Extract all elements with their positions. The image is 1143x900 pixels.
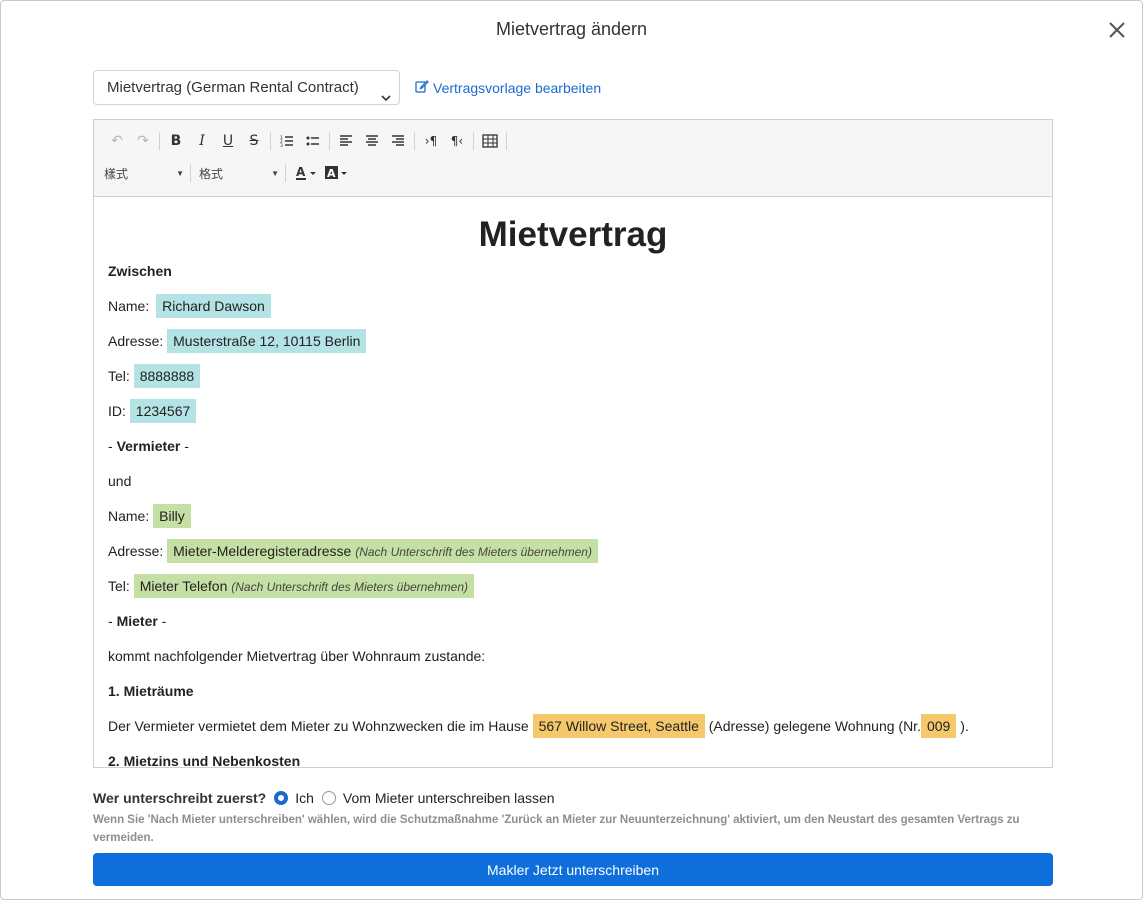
- caret-down-icon: ▼: [176, 169, 184, 178]
- bullet-list-icon[interactable]: [300, 128, 326, 154]
- style-dropdown-label: 樣式: [104, 166, 129, 181]
- underline-icon[interactable]: U: [215, 128, 241, 154]
- landlord-id-field[interactable]: 1234567: [129, 399, 197, 423]
- svg-text:A: A: [327, 167, 336, 180]
- between-label: Zwischen: [108, 263, 172, 279]
- table-icon[interactable]: [477, 128, 503, 154]
- toolbar-divider: [270, 132, 271, 150]
- close-icon[interactable]: [1106, 19, 1128, 41]
- align-left-icon[interactable]: [333, 128, 359, 154]
- landlord-role: Vermieter: [116, 438, 181, 454]
- document-title: Mietvertrag: [478, 215, 668, 254]
- tenant-address-label: Adresse:: [108, 543, 164, 559]
- landlord-address-field[interactable]: Musterstraße 12, 10115 Berlin: [167, 329, 367, 353]
- and-label: und: [108, 473, 132, 489]
- section-1-text-middle: (Adresse) gelegene Wohnung (Nr.: [708, 718, 921, 734]
- landlord-address-line: Adresse: Musterstraße 12, 10115 Berlin: [108, 329, 367, 353]
- tenant-name-label: Name:: [108, 508, 150, 524]
- redo-icon[interactable]: ↷: [130, 128, 156, 154]
- toolbar-divider: [473, 132, 474, 150]
- radio-tenant-label[interactable]: Vom Mieter unterschreiben lassen: [343, 790, 555, 806]
- tenant-role: Mieter: [116, 613, 158, 629]
- align-center-icon[interactable]: [359, 128, 385, 154]
- undo-icon[interactable]: ↶: [104, 128, 130, 154]
- edit-template-link[interactable]: Vertragsvorlage bearbeiten: [415, 79, 601, 96]
- first-signer-group: Wer unterschreibt zuerst? Ich Vom Mieter…: [93, 790, 563, 806]
- sign-now-button[interactable]: Makler Jetzt unterschreiben: [93, 853, 1053, 886]
- apartment-number-field[interactable]: 009: [920, 714, 957, 738]
- radio-tenant[interactable]: [321, 791, 336, 805]
- first-signer-question: Wer unterschreibt zuerst?: [93, 790, 267, 806]
- format-dropdown[interactable]: 格式 ▼: [199, 160, 279, 186]
- landlord-tel-field[interactable]: 8888888: [133, 364, 201, 388]
- section-1-text-after: ).: [960, 718, 969, 734]
- section-1-heading: 1. Mieträume: [108, 683, 194, 699]
- section-1-text: Der Vermieter vermietet dem Mieter zu Wo…: [108, 714, 969, 738]
- align-right-icon[interactable]: [385, 128, 411, 154]
- template-select-value: Mietvertrag (German Rental Contract): [107, 79, 359, 96]
- toolbar-divider: [190, 164, 191, 182]
- landlord-role-prefix: -: [108, 438, 117, 454]
- landlord-role-suffix: -: [180, 438, 189, 454]
- strikethrough-icon[interactable]: S: [241, 128, 267, 154]
- rich-text-editor: ↶ ↷ B I U S 123 ›¶ ¶‹ 樣式 ▼ 格式 ▼ A A Miet…: [93, 119, 1053, 768]
- toolbar-divider: [414, 132, 415, 150]
- tenant-tel-label: Tel:: [108, 578, 130, 594]
- tenant-address-field[interactable]: Mieter-Melderegisteradresse (Nach Unters…: [167, 539, 598, 563]
- tenant-role-line: - Mieter -: [108, 609, 166, 633]
- landlord-name-line: Name: Richard Dawson: [108, 294, 271, 318]
- landlord-tel-label: Tel:: [108, 368, 130, 384]
- toolbar-divider: [159, 132, 160, 150]
- tenant-address-note: (Nach Unterschrift des Mieters übernehme…: [355, 545, 592, 559]
- ordered-list-icon[interactable]: 123: [274, 128, 300, 154]
- chevron-down-icon: [381, 82, 391, 102]
- house-address-field[interactable]: 567 Willow Street, Seattle: [532, 714, 705, 738]
- tenant-role-suffix: -: [157, 613, 167, 629]
- toolbar-divider: [285, 164, 286, 182]
- tenant-name-field[interactable]: Billy: [153, 504, 191, 528]
- svg-text:A: A: [296, 165, 306, 179]
- contract-intro: kommt nachfolgender Mietvertrag über Woh…: [108, 648, 486, 664]
- landlord-name-field[interactable]: Richard Dawson: [156, 294, 271, 318]
- ltr-icon[interactable]: ›¶: [418, 128, 444, 154]
- svg-text:3: 3: [280, 143, 283, 148]
- section-1-text-before: Der Vermieter vermietet dem Mieter zu Wo…: [108, 718, 529, 734]
- rtl-icon[interactable]: ¶‹: [444, 128, 470, 154]
- radio-me-label[interactable]: Ich: [295, 790, 314, 806]
- editor-content[interactable]: Mietvertrag Zwischen Name: Richard Dawso…: [94, 196, 1052, 767]
- tenant-name-line: Name: Billy: [108, 504, 191, 528]
- background-color-icon[interactable]: A: [322, 160, 352, 186]
- modal-title: Mietvertrag ändern: [495, 19, 648, 39]
- editor-toolbar: ↶ ↷ B I U S 123 ›¶ ¶‹ 樣式 ▼ 格式 ▼ A A: [94, 120, 1052, 197]
- tenant-role-prefix: -: [108, 613, 117, 629]
- landlord-role-line: - Vermieter -: [108, 434, 189, 458]
- section-2-heading: 2. Mietzins und Nebenkosten: [108, 753, 301, 767]
- landlord-id-label: ID:: [108, 403, 126, 419]
- style-dropdown[interactable]: 樣式 ▼: [104, 160, 184, 186]
- template-select[interactable]: Mietvertrag (German Rental Contract): [93, 70, 400, 105]
- tenant-tel-value: Mieter Telefon: [139, 578, 228, 594]
- edit-template-label: Vertragsvorlage bearbeiten: [433, 79, 602, 96]
- landlord-address-label: Adresse:: [108, 333, 164, 349]
- caret-down-icon: ▼: [271, 169, 279, 178]
- text-color-icon[interactable]: A: [292, 160, 322, 186]
- toolbar-divider: [506, 132, 507, 150]
- format-dropdown-label: 格式: [199, 166, 224, 181]
- radio-me[interactable]: [274, 791, 289, 805]
- tenant-tel-field[interactable]: Mieter Telefon (Nach Unterschrift des Mi…: [133, 574, 475, 598]
- tenant-address-line: Adresse: Mieter-Melderegisteradresse (Na…: [108, 539, 598, 564]
- landlord-tel-line: Tel: 8888888: [108, 364, 201, 388]
- edit-contract-modal: Mietvertrag ändern Mietvertrag (German R…: [0, 0, 1143, 900]
- toolbar-divider: [329, 132, 330, 150]
- bold-icon[interactable]: B: [163, 128, 189, 154]
- italic-icon[interactable]: I: [189, 128, 215, 154]
- landlord-name-label: Name:: [108, 298, 150, 314]
- tenant-tel-line: Tel: Mieter Telefon (Nach Unterschrift d…: [108, 574, 475, 599]
- tenant-address-value: Mieter-Melderegisteradresse: [173, 543, 352, 559]
- tenant-tel-note: (Nach Unterschrift des Mieters übernehme…: [231, 580, 469, 594]
- edit-icon: [415, 79, 429, 96]
- signer-hint: Wenn Sie 'Nach Mieter unterschreiben' wä…: [93, 814, 1020, 844]
- landlord-id-line: ID: 1234567: [108, 399, 197, 423]
